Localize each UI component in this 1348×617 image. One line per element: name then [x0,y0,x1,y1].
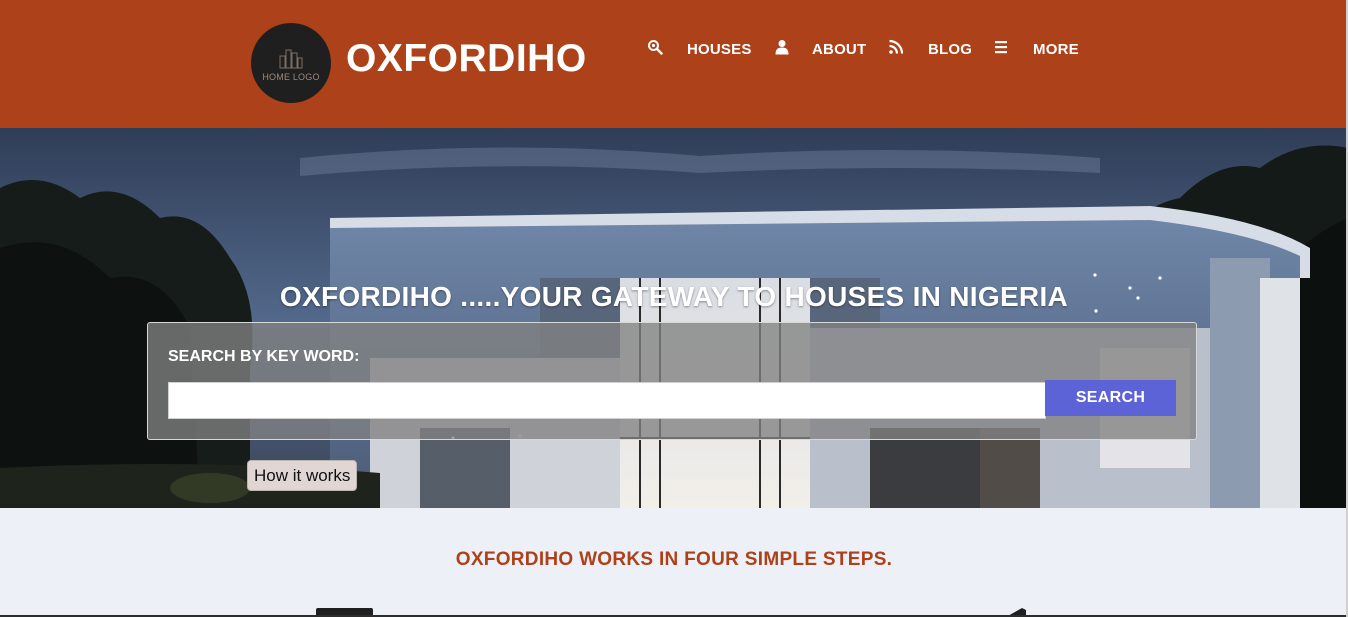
main-nav: HOUSES ABOUT BLOG MORE [0,36,1348,62]
search-icon[interactable] [646,38,664,56]
search-button[interactable]: SEARCH [1045,380,1176,416]
search-input[interactable] [168,382,1046,419]
hero-banner: OXFORDIHO .....YOUR GATEWAY TO HOUSES IN… [0,128,1348,508]
rss-icon[interactable] [887,38,905,56]
nav-about[interactable]: ABOUT [812,41,866,58]
steps-title: OXFORDIHO WORKS IN FOUR SIMPLE STEPS. [455,549,893,570]
home-logo[interactable]: HOME LOGO [251,23,331,103]
house-background-image [0,128,1348,508]
site-header: HOME LOGO OXFORDIHO HOUSES ABOUT BLOG MO… [0,0,1348,128]
search-panel: SEARCH BY KEY WORD: SEARCH [147,322,1197,440]
nav-more[interactable]: MORE [1033,41,1079,58]
logo-text: HOME LOGO [262,71,320,82]
search-label: SEARCH BY KEY WORD: [168,348,360,365]
menu-icon[interactable] [992,38,1010,56]
nav-blog[interactable]: BLOG [928,41,972,58]
hero-title: OXFORDIHO .....YOUR GATEWAY TO HOUSES IN… [279,281,1069,312]
nav-houses[interactable]: HOUSES [687,41,752,58]
user-icon[interactable] [773,38,791,56]
how-it-works-button[interactable]: How it works [247,460,358,491]
